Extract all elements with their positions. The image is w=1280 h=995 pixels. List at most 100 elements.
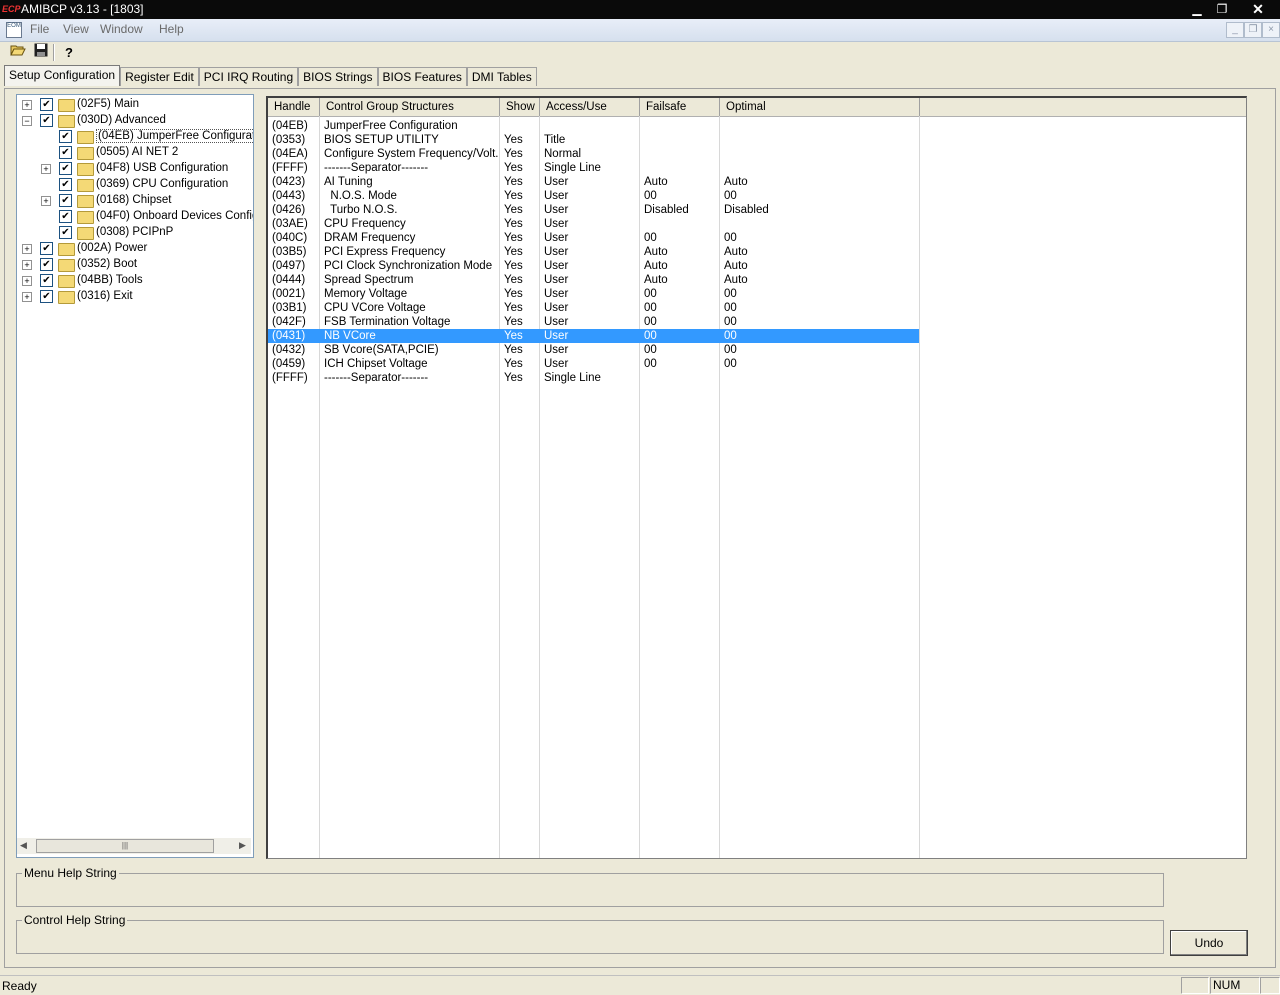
table-row[interactable]: (0431) NB VCore Yes User 00 00: [268, 329, 919, 343]
menu-file[interactable]: File: [30, 22, 49, 36]
checkbox-checked-icon[interactable]: ✔: [59, 210, 72, 223]
table-cell: [724, 119, 918, 133]
folder-icon: [77, 131, 94, 144]
table-row[interactable]: (03B1) CPU VCore Voltage Yes User 00 00: [268, 301, 919, 315]
table-cell: BIOS SETUP UTILITY: [324, 134, 439, 146]
setup-tree[interactable]: + ✔ (02F5) Main − ✔ (030D) Advanced ✔ (04EB) Ju…: [16, 94, 254, 858]
menu-view[interactable]: View: [63, 22, 89, 36]
checkbox-checked-icon[interactable]: ✔: [40, 98, 53, 111]
table-row[interactable]: (0021) Memory Voltage Yes User 00 00: [268, 287, 919, 301]
checkbox-checked-icon[interactable]: ✔: [40, 114, 53, 127]
minimize-button[interactable]: ▁: [1186, 1, 1208, 17]
menu-help[interactable]: Help: [159, 22, 184, 36]
expand-icon[interactable]: +: [22, 292, 32, 302]
table-cell: 00: [644, 358, 657, 370]
menu-window[interactable]: Window: [100, 22, 143, 36]
scroll-right-arrow-icon[interactable]: ▶: [239, 840, 246, 851]
table-cell: 00: [724, 288, 737, 300]
table-cell: NB VCore: [324, 330, 376, 342]
table-cell: Yes: [504, 288, 523, 300]
control-help-label: Control Help String: [22, 913, 128, 927]
table-row[interactable]: (04EB) JumperFree Configuration: [268, 119, 919, 133]
folder-icon: [77, 179, 94, 192]
context-help-icon[interactable]: ?: [59, 43, 79, 62]
column-header[interactable]: Failsafe: [640, 98, 720, 116]
tree-item-label: (04BB) Tools: [77, 274, 143, 286]
checkbox-checked-icon[interactable]: ✔: [59, 226, 72, 239]
expand-icon[interactable]: +: [22, 276, 32, 286]
collapse-icon[interactable]: −: [22, 116, 32, 126]
control-grid[interactable]: Handle Control Group Structures Show Access…: [266, 96, 1247, 859]
table-cell: ICH Chipset Voltage: [324, 358, 428, 370]
tab-pci-irq-routing[interactable]: PCI IRQ Routing: [198, 67, 299, 86]
table-cell: (0459): [272, 358, 306, 370]
table-cell: [644, 371, 718, 385]
table-row[interactable]: (0432) SB Vcore(SATA,PCIE) Yes User 00 00: [268, 343, 919, 357]
child-close-button[interactable]: ×: [1262, 22, 1280, 38]
expand-icon[interactable]: +: [41, 196, 51, 206]
child-restore-button[interactable]: ❐: [1244, 22, 1262, 38]
table-row[interactable]: (03B5) PCI Express Frequency Yes User Auto Au…: [268, 245, 919, 259]
checkbox-checked-icon[interactable]: ✔: [59, 194, 72, 207]
table-cell: User: [544, 190, 569, 202]
document-icon[interactable]: EOM: [6, 22, 22, 38]
expand-icon[interactable]: +: [22, 244, 32, 254]
checkbox-checked-icon[interactable]: ✔: [59, 130, 72, 143]
table-row[interactable]: (0443) N.O.S. Mode Yes User 00 00: [268, 189, 919, 203]
scroll-left-arrow-icon[interactable]: ◀: [20, 840, 27, 851]
tab-strip: Setup Configuration Register Edit PCI IRQ …: [4, 65, 537, 89]
scroll-thumb[interactable]: |||: [36, 839, 214, 853]
table-cell: 00: [644, 190, 657, 202]
expand-icon[interactable]: +: [41, 164, 51, 174]
tab-setup-configuration[interactable]: Setup Configuration: [4, 65, 121, 86]
table-cell: [644, 217, 718, 231]
table-cell: User: [544, 176, 569, 188]
checkbox-checked-icon[interactable]: ✔: [40, 258, 53, 271]
table-row[interactable]: (0423) AI Tuning Yes User Auto Auto: [268, 175, 919, 189]
undo-button[interactable]: Undo: [1170, 930, 1248, 956]
table-row[interactable]: (0497) PCI Clock Synchronization Mode Yes U…: [268, 259, 919, 273]
column-header[interactable]: Show: [500, 98, 540, 116]
table-cell: User: [544, 358, 569, 370]
tab-bios-strings[interactable]: BIOS Strings: [298, 67, 378, 86]
folder-icon: [77, 211, 94, 224]
child-minimize-button[interactable]: _: [1226, 22, 1244, 38]
table-cell: Title: [544, 134, 566, 146]
column-header[interactable]: Access/Use: [540, 98, 640, 116]
column-header[interactable]: Optimal: [720, 98, 920, 116]
table-row[interactable]: (04EA) Configure System Frequency/Volt...…: [268, 147, 919, 161]
table-cell: [724, 371, 918, 385]
table-row[interactable]: (FFFF) -------Separator------- Yes Single L…: [268, 371, 919, 385]
maximize-button[interactable]: ❐: [1211, 1, 1233, 17]
table-row[interactable]: (042F) FSB Termination Voltage Yes User 00 00: [268, 315, 919, 329]
table-cell: (03B5): [272, 246, 307, 258]
expand-icon[interactable]: +: [22, 100, 32, 110]
tab-dmi-tables[interactable]: DMI Tables: [466, 67, 537, 86]
close-button[interactable]: ✕: [1243, 1, 1273, 17]
table-cell: Yes: [504, 260, 523, 272]
open-folder-icon[interactable]: [8, 43, 28, 62]
table-row[interactable]: (0444) Spread Spectrum Yes User Auto Auto: [268, 273, 919, 287]
column-header[interactable]: Control Group Structures: [320, 98, 500, 116]
checkbox-checked-icon[interactable]: ✔: [40, 242, 53, 255]
table-cell: -------Separator-------: [324, 162, 429, 174]
save-disk-icon[interactable]: [31, 43, 51, 62]
tree-item-label: (0316) Exit: [77, 290, 133, 302]
table-cell: Yes: [504, 204, 523, 216]
table-row[interactable]: (0426) Turbo N.O.S. Yes User Disabled Disabl…: [268, 203, 919, 217]
column-header[interactable]: Handle: [268, 98, 320, 116]
checkbox-checked-icon[interactable]: ✔: [59, 146, 72, 159]
checkbox-checked-icon[interactable]: ✔: [40, 290, 53, 303]
tab-bios-features[interactable]: BIOS Features: [377, 67, 467, 86]
checkbox-checked-icon[interactable]: ✔: [59, 178, 72, 191]
table-row[interactable]: (0459) ICH Chipset Voltage Yes User 00 00: [268, 357, 919, 371]
expand-icon[interactable]: +: [22, 260, 32, 270]
checkbox-checked-icon[interactable]: ✔: [59, 162, 72, 175]
tab-register-edit[interactable]: Register Edit: [120, 67, 199, 86]
table-row[interactable]: (0353) BIOS SETUP UTILITY Yes Title: [268, 133, 919, 147]
table-row[interactable]: (FFFF) -------Separator------- Yes Single L…: [268, 161, 919, 175]
checkbox-checked-icon[interactable]: ✔: [40, 274, 53, 287]
table-cell: Auto: [644, 246, 668, 258]
table-row[interactable]: (040C) DRAM Frequency Yes User 00 00: [268, 231, 919, 245]
table-row[interactable]: (03AE) CPU Frequency Yes User: [268, 217, 919, 231]
